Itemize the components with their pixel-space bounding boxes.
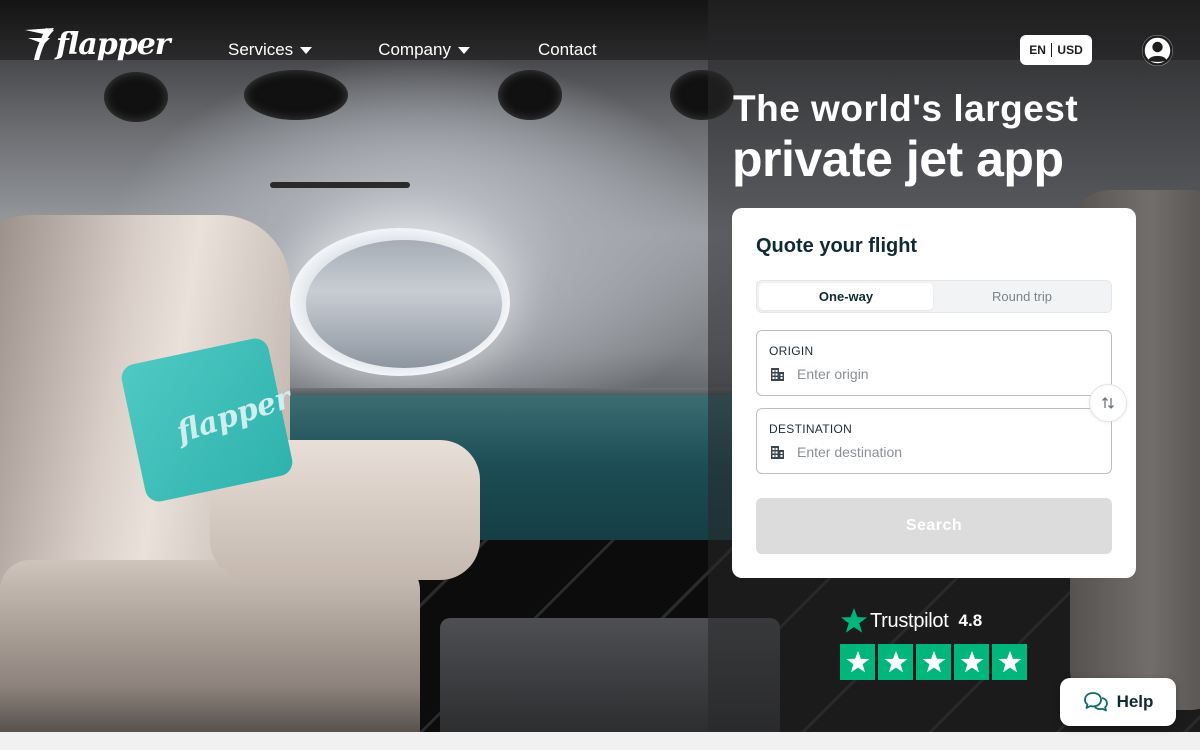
origin-label: ORIGIN [769, 344, 814, 358]
nav-contact-label: Contact [537, 40, 597, 59]
star-icon [841, 608, 867, 633]
divider [1050, 43, 1053, 57]
account-button[interactable] [1142, 35, 1173, 66]
hero-headline-line2: private jet app [732, 131, 1064, 187]
trustpilot-stars [840, 644, 1027, 680]
star-icon [884, 650, 907, 673]
quote-card: Quote your flight One-way Round trip ORI… [732, 208, 1136, 578]
chat-bubbles-icon [1083, 692, 1108, 712]
rating-star [954, 644, 989, 680]
cabin-vent [244, 70, 348, 120]
cabin-vent [104, 72, 168, 122]
hero-headline-line1: The world's largest [733, 88, 1079, 129]
cabin-vent [498, 70, 562, 120]
trip-type-toggle: One-way Round trip [756, 280, 1112, 313]
cabin-window-glass [306, 240, 502, 368]
destination-field[interactable]: DESTINATION [756, 408, 1112, 474]
star-icon [846, 650, 869, 673]
destination-label: DESTINATION [769, 422, 853, 436]
logo-wordmark: flapper [56, 26, 171, 62]
user-avatar-icon [1142, 35, 1173, 66]
currency-code: USD [1057, 43, 1083, 57]
swap-origin-destination-button[interactable] [1089, 384, 1127, 422]
origin-input[interactable] [797, 363, 1097, 385]
nav-company-label: Company [378, 40, 451, 59]
page-bottom-strip [0, 732, 1200, 750]
nav-contact[interactable]: Contact [538, 40, 597, 60]
rating-star [840, 644, 875, 680]
trustpilot-score: 4.8 [958, 611, 983, 630]
origin-field[interactable]: ORIGIN [756, 330, 1112, 396]
building-icon [771, 446, 784, 459]
language-currency-button[interactable]: EN USD [1020, 35, 1092, 65]
star-icon [960, 650, 983, 673]
cabin-trim [270, 182, 410, 188]
building-icon [771, 368, 784, 381]
nav-company[interactable]: Company [378, 40, 470, 60]
flapper-wing-icon [25, 28, 54, 60]
help-label: Help [1116, 692, 1154, 711]
nav-services-label: Services [228, 40, 294, 59]
rating-star [916, 644, 951, 680]
star-icon [922, 650, 945, 673]
cabin-seat-base [0, 560, 420, 732]
swap-arrows-icon [1102, 397, 1114, 409]
caret-down-icon [300, 46, 313, 54]
nav-services[interactable]: Services [228, 40, 313, 60]
search-button[interactable]: Search [756, 498, 1112, 554]
help-button[interactable]: Help [1060, 678, 1176, 726]
main-nav: Services Company Contact [228, 40, 597, 60]
rating-star [878, 644, 913, 680]
brand-logo[interactable]: flapper [24, 26, 171, 62]
tab-round-trip[interactable]: Round trip [935, 283, 1109, 310]
star-icon [998, 650, 1021, 673]
language-code: EN [1029, 43, 1046, 57]
tab-one-way[interactable]: One-way [759, 283, 933, 310]
quote-card-title: Quote your flight [756, 235, 918, 257]
destination-input[interactable] [797, 441, 1097, 463]
rating-star [992, 644, 1027, 680]
trustpilot-rating[interactable]: Trustpilot 4.8 [840, 606, 1027, 680]
caret-down-icon [457, 46, 470, 54]
trustpilot-name: Trustpilot [870, 609, 949, 632]
trustpilot-header: Trustpilot 4.8 [840, 606, 1027, 636]
